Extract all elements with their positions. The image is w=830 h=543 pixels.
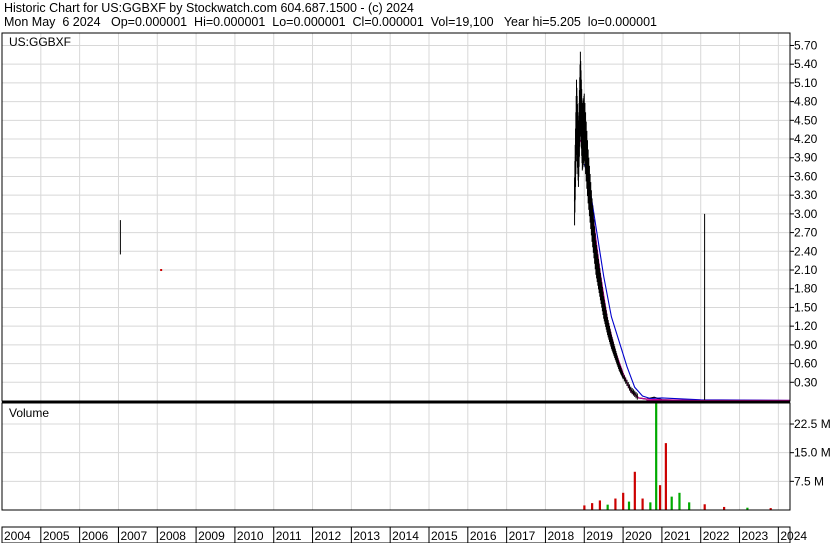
x-axis-label: 2015: [431, 529, 458, 543]
price-tick-label: 5.40: [794, 57, 818, 71]
volume-bar: [614, 498, 617, 510]
volume-tick-label: 7.5 M: [794, 474, 824, 488]
volume-bar: [670, 496, 673, 510]
volume-bar: [591, 503, 594, 510]
x-axis-label: 2018: [547, 529, 574, 543]
x-axis-label: 2009: [198, 529, 225, 543]
panel-frames: [1, 32, 794, 543]
x-axis-label: 2017: [509, 529, 536, 543]
x-axis-label: 2010: [237, 529, 264, 543]
price-tick-label: 2.40: [794, 244, 818, 258]
price-tick-label: 0.30: [794, 375, 818, 389]
price-tick-label: 5.10: [794, 76, 818, 90]
price-tick-label: 5.70: [794, 38, 818, 52]
volume-bar: [641, 498, 644, 510]
x-axis-label: 2013: [353, 529, 380, 543]
price-tick-label: 0.90: [794, 338, 818, 352]
volume-tick-label: 15.0 M: [794, 446, 830, 460]
price-panel-frame: [1, 32, 791, 402]
price-grid: [1, 33, 790, 401]
price-tick-label: 4.50: [794, 113, 818, 127]
price-dot: [160, 269, 163, 272]
x-axis-label: 2004: [4, 529, 31, 543]
volume-marks: [583, 403, 772, 510]
price-tick-label: 2.70: [794, 226, 818, 240]
x-axis-label: 2019: [586, 529, 613, 543]
price-tick-label: 1.50: [794, 300, 818, 314]
volume-bar: [658, 485, 662, 510]
price-tick-label: 2.10: [794, 263, 818, 277]
x-axis-label: 2008: [159, 529, 186, 543]
price-panel-title: US:GGBXF: [9, 35, 71, 49]
x-axis-label: 2021: [664, 529, 691, 543]
volume-bar: [633, 471, 636, 510]
price-tick-label: 1.80: [794, 282, 818, 296]
x-axis-label: 2022: [703, 529, 730, 543]
stock-chart: 0.30 0.60 0.90 1.20 1.50 1.80 2.10 2.40 2.70 3.00…: [1, 32, 830, 543]
x-axis-label: 2012: [315, 529, 342, 543]
price-series-0: [573, 89, 791, 402]
x-axis-label: 2016: [470, 529, 497, 543]
x-axis-label: 2011: [276, 529, 302, 543]
x-axis-label: 2007: [120, 529, 147, 543]
price-tick-label: 4.20: [794, 132, 818, 146]
volume-bar: [583, 505, 586, 510]
price-tick-label: 3.90: [794, 151, 818, 165]
volume-bar: [649, 502, 652, 510]
x-axis-label: 2020: [625, 529, 652, 543]
volume-bar: [664, 443, 667, 510]
x-axis-label: 2006: [82, 529, 109, 543]
price-tick-label: 3.00: [794, 207, 818, 221]
volume-bar: [606, 504, 609, 510]
volume-panel-title: Volume: [9, 406, 49, 420]
price-tick-label: 3.60: [794, 169, 818, 183]
volume-panel-frame: [1, 402, 791, 511]
volume-bar: [655, 403, 658, 510]
price-tick-label: 1.20: [794, 319, 818, 333]
volume-bar: [627, 501, 631, 510]
x-axis-label: 2005: [43, 529, 70, 543]
x-axis-label: 2024: [780, 529, 807, 543]
volume-bar: [703, 504, 706, 510]
volume-bar: [678, 492, 681, 510]
price-marks: [119, 51, 791, 402]
price-tick-label: 3.30: [794, 188, 818, 202]
volume-bar: [688, 502, 691, 510]
x-axis-label: 2023: [742, 529, 769, 543]
volume-tick-label: 22.5 M: [794, 417, 830, 431]
volume-bar: [622, 492, 625, 510]
price-tick-label: 0.60: [794, 357, 818, 371]
x-axis-label: 2014: [392, 529, 419, 543]
volume-grid: [1, 403, 790, 510]
price-series-2: [583, 163, 791, 401]
price-tick-label: 4.80: [794, 95, 818, 109]
volume-bar: [598, 500, 601, 510]
